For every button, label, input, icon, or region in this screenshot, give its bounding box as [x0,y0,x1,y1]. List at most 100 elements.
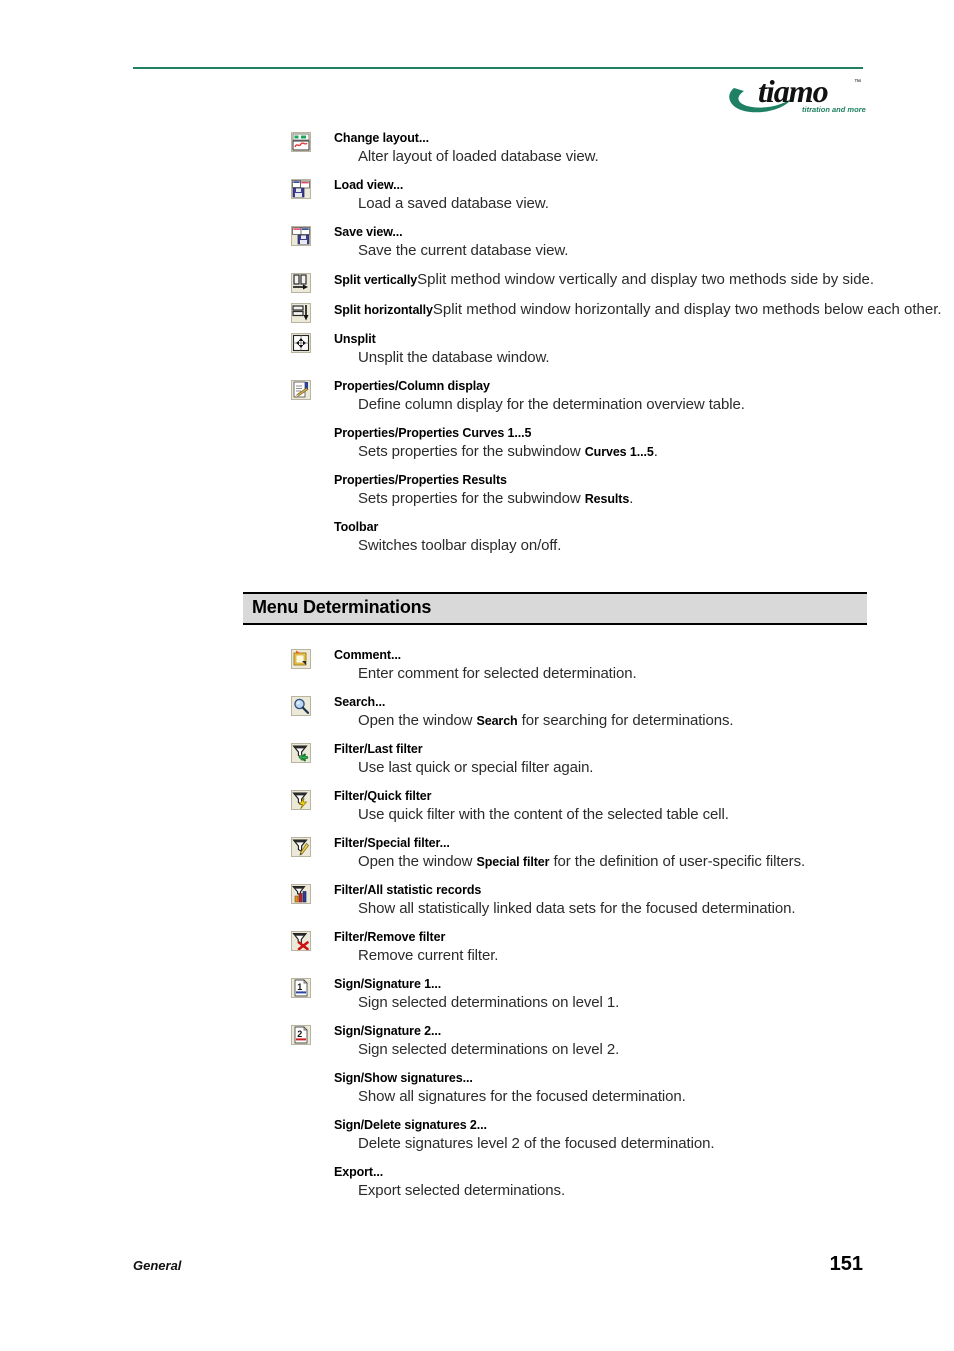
menu-entry-title: Sign/Signature 1... [334,976,954,993]
description-emphasis: Results [584,492,630,506]
header-rule [133,67,863,69]
menu-entry-description: Unsplit the database window. [334,348,954,368]
menu-entry-label: Change layout... [334,131,429,145]
menu-entry-description: Save the current database view. [334,241,954,261]
description-text: Show all statistically linked data sets … [358,900,796,917]
menu-entry-description: Define column display for the determinat… [334,395,954,415]
description-text: Define column display for the determinat… [358,396,745,413]
description-text: Export selected determinations. [358,1182,566,1199]
properties-column-display-icon [291,380,311,400]
page-header: tiamo ™ titration and more [0,0,954,120]
description-text: Unsplit the database window. [358,349,550,366]
menu-entry-description: Sign selected determinations on level 1. [334,993,954,1013]
menu-entry-label: Toolbar [334,520,379,534]
menu-entry-title: Load view... [334,177,954,194]
menu-entry-description: Open the window Search for searching for… [334,711,954,731]
svg-text:1: 1 [297,982,302,992]
menu-entry-list: Comment... Enter comment for selected det… [0,647,954,1201]
menu-entry: Toolbar Switches toolbar display on/off. [0,519,954,556]
description-emphasis: Curves 1...5 [584,445,654,459]
menu-entry-title: Change layout... [334,130,954,147]
footer-page-number: 151 [829,1253,863,1275]
menu-entry-title: Properties/Column display [334,378,954,395]
description-text: . [629,490,634,507]
menu-entry-title: Save view... [334,224,954,241]
menu-entry-label: Unsplit [334,332,376,346]
menu-entry-label: Split horizontally [334,303,433,317]
menu-entry-label: Sign/Delete signatures 2... [334,1118,487,1132]
description-text: Save the current database view. [358,242,569,259]
menu-entry-title: Filter/Quick filter [334,788,954,805]
menu-entry-description: Show all signatures for the focused dete… [334,1087,954,1107]
menu-entry-title: Properties/Properties Curves 1...5 [334,425,954,442]
save-view-icon [291,226,311,246]
sections-root: Change layout... Alter layout of loaded d… [0,130,954,1201]
filter-statistic-icon [291,884,311,904]
description-emphasis: Special filter [476,855,550,869]
menu-entry-title: Split horizontallySplit method window ho… [334,301,954,319]
menu-entry-label: Save view... [334,225,403,239]
menu-entry-label: Sign/Show signatures... [334,1071,473,1085]
menu-entry-description: Switches toolbar display on/off. [334,536,954,556]
menu-entry-title: Unsplit [334,331,954,348]
section-menu-determinations: Menu Determinations Comment... Enter comme… [0,592,954,1201]
description-text: Remove current filter. [358,947,499,964]
svg-text:2: 2 [297,1029,302,1039]
menu-entry-description: Open the window Special filter for the d… [334,852,954,872]
description-text: . [653,443,658,460]
menu-entry: Properties/Column display Define column d… [0,378,954,415]
filter-special-icon [291,837,311,857]
menu-entry-title: Filter/Special filter... [334,835,954,852]
menu-entry: Load view... Load a saved database view. [0,177,954,214]
menu-entry-label: Comment... [334,648,402,662]
description-text: Show all signatures for the focused dete… [358,1088,686,1105]
tiamo-logo: tiamo ™ titration and more [726,72,871,120]
page-content: Change layout... Alter layout of loaded d… [0,120,954,1211]
menu-entry-title: Filter/All statistic records [334,882,954,899]
section-menu-view-continued: Change layout... Alter layout of loaded d… [0,130,954,556]
menu-entry-label: Filter/Remove filter [334,930,446,944]
menu-entry-list: Change layout... Alter layout of loaded d… [0,130,954,556]
description-text: Sets properties for the subwindow [358,490,585,507]
menu-entry: Unsplit Unsplit the database window. [0,331,954,368]
menu-entry: Comment... Enter comment for selected det… [0,647,954,684]
menu-entry-title: Export... [334,1164,954,1181]
menu-entry-title: Comment... [334,647,954,664]
menu-entry-title: Filter/Remove filter [334,929,954,946]
menu-entry-description: Sets properties for the subwindow Curves… [334,442,954,462]
menu-entry: Filter/All statistic records Show all sta… [0,882,954,919]
menu-entry-label: Export... [334,1165,384,1179]
menu-entry: Sign/Show signatures... Show all signatur… [0,1070,954,1107]
menu-entry-title: Toolbar [334,519,954,536]
search-icon [291,696,311,716]
menu-entry-label: Load view... [334,178,404,192]
split-horizontally-icon [291,303,311,323]
change-layout-icon [291,132,311,152]
menu-entry-label: Sign/Signature 1... [334,977,442,991]
menu-entry-title: Sign/Delete signatures 2... [334,1117,954,1134]
page-footer: General 151 [133,1253,863,1288]
menu-entry-label: Search... [334,695,386,709]
menu-entry-title: Split verticallySplit method window vert… [334,271,954,289]
filter-quick-icon [291,790,311,810]
description-text: Sign selected determinations on level 1. [358,994,620,1011]
menu-entry: Sign/Delete signatures 2... Delete signat… [0,1117,954,1154]
menu-entry-title: Search... [334,694,954,711]
menu-entry-title: Properties/Properties Results [334,472,954,489]
menu-entry: Filter/Last filter Use last quick or spec… [0,741,954,778]
tiamo-logo-svg: tiamo ™ titration and more [729,73,866,114]
menu-entry-description: Use quick filter with the content of the… [334,805,954,825]
menu-entry-label: Sign/Signature 2... [334,1024,442,1038]
menu-entry: Split horizontallySplit method window ho… [0,301,954,323]
description-emphasis: Search [476,714,518,728]
menu-entry-description: Export selected determinations. [334,1181,954,1201]
menu-entry-description: Enter comment for selected determination… [334,664,954,684]
menu-entry: Filter/Remove filter Remove current filte… [0,929,954,966]
menu-entry: Save view... Save the current database vi… [0,224,954,261]
menu-entry: Export... Export selected determinations. [0,1164,954,1201]
description-text: Open the window [358,853,477,870]
menu-entry-title: Sign/Show signatures... [334,1070,954,1087]
menu-entry-label: Filter/All statistic records [334,883,482,897]
menu-entry: Search... Open the window Search for sear… [0,694,954,731]
menu-entry-description: Sign selected determinations on level 2. [334,1040,954,1060]
